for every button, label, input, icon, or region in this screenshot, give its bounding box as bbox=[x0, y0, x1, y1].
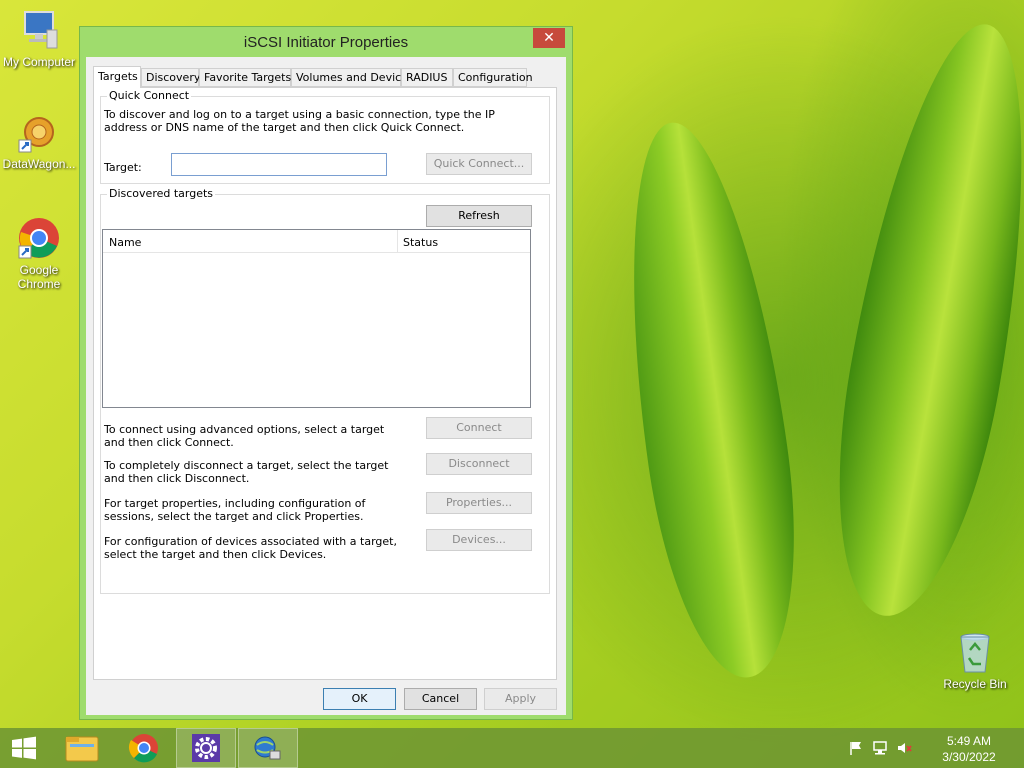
action-center-flag-icon[interactable] bbox=[848, 740, 864, 756]
list-header: Name Status bbox=[103, 230, 530, 253]
tab-radius[interactable]: RADIUS bbox=[401, 68, 453, 87]
apply-button[interactable]: Apply bbox=[484, 688, 557, 710]
quick-connect-description: To discover and log on to a target using… bbox=[104, 108, 495, 134]
quick-connect-group: Quick Connect To discover and log on to … bbox=[100, 89, 550, 184]
tab-favorite-targets[interactable]: Favorite Targets bbox=[199, 68, 291, 87]
target-input[interactable] bbox=[171, 153, 387, 176]
properties-button[interactable]: Properties... bbox=[426, 492, 532, 514]
volume-muted-icon[interactable] bbox=[896, 740, 912, 756]
cancel-button[interactable]: Cancel bbox=[404, 688, 477, 710]
dialog-client-area: Targets Discovery Favorite Targets Volum… bbox=[86, 57, 566, 715]
wallpaper-leaf bbox=[809, 11, 1024, 629]
desktop-icon-label: DataWagon... bbox=[2, 157, 76, 171]
column-header-name[interactable]: Name bbox=[103, 230, 397, 253]
clock-time: 5:49 AM bbox=[946, 734, 992, 748]
devices-description: For configuration of devices associated … bbox=[104, 535, 397, 561]
iscsi-initiator-properties-window: iSCSI Initiator Properties ✕ Targets Dis… bbox=[79, 26, 573, 720]
network-icon[interactable] bbox=[872, 740, 888, 756]
properties-description: For target properties, including configu… bbox=[104, 497, 366, 523]
discovered-targets-list[interactable]: Name Status bbox=[102, 229, 531, 408]
file-explorer-icon[interactable] bbox=[52, 728, 112, 768]
desktop-icon-my-computer[interactable]: My Computer bbox=[0, 8, 78, 69]
taskbar-clock[interactable]: 5:49 AM 3/30/2022 bbox=[934, 733, 1004, 765]
column-header-status[interactable]: Status bbox=[397, 230, 531, 253]
datawagon-icon bbox=[17, 110, 61, 154]
discovered-targets-group: Discovered targets Refresh Name Status T… bbox=[100, 187, 550, 594]
iscsi-initiator-icon[interactable] bbox=[238, 728, 298, 768]
desktop-icon-label: Google Chrome bbox=[17, 263, 61, 291]
desktop-icon-datawagon[interactable]: DataWagon... bbox=[0, 110, 78, 171]
recycle-bin-icon bbox=[953, 630, 997, 674]
quick-connect-group-label: Quick Connect bbox=[107, 89, 192, 102]
title-bar[interactable]: iSCSI Initiator Properties ✕ bbox=[80, 27, 572, 57]
connect-button[interactable]: Connect bbox=[426, 417, 532, 439]
target-label: Target: bbox=[104, 161, 142, 174]
tab-configuration[interactable]: Configuration bbox=[453, 68, 533, 87]
disconnect-button[interactable]: Disconnect bbox=[426, 453, 532, 475]
settings-gear-icon[interactable] bbox=[176, 728, 236, 768]
window-title: iSCSI Initiator Properties bbox=[243, 34, 409, 51]
disconnect-description: To completely disconnect a target, selec… bbox=[104, 459, 389, 485]
tab-volumes-and-devices[interactable]: Volumes and Devices bbox=[291, 68, 414, 87]
close-button[interactable]: ✕ bbox=[533, 28, 565, 48]
system-tray: 5:49 AM 3/30/2022 bbox=[844, 728, 1024, 768]
desktop-icon-label: My Computer bbox=[2, 55, 76, 69]
connect-description: To connect using advanced options, selec… bbox=[104, 423, 385, 449]
wallpaper-leaf bbox=[601, 112, 819, 688]
refresh-button[interactable]: Refresh bbox=[426, 205, 532, 227]
desktop-icon-label: Recycle Bin bbox=[943, 677, 1007, 691]
targets-tab-panel: Quick Connect To discover and log on to … bbox=[93, 87, 557, 680]
chrome-icon bbox=[17, 216, 61, 260]
discovered-targets-group-label: Discovered targets bbox=[107, 187, 216, 200]
windows-start-icon[interactable] bbox=[0, 728, 48, 768]
devices-button[interactable]: Devices... bbox=[426, 529, 532, 551]
quick-connect-button[interactable]: Quick Connect... bbox=[426, 153, 532, 175]
desktop-icon-recycle-bin[interactable]: Recycle Bin bbox=[936, 630, 1014, 691]
ok-button[interactable]: OK bbox=[323, 688, 396, 710]
tab-targets[interactable]: Targets bbox=[93, 66, 141, 88]
taskbar: 5:49 AM 3/30/2022 bbox=[0, 728, 1024, 768]
tab-discovery[interactable]: Discovery bbox=[141, 68, 200, 87]
clock-date: 3/30/2022 bbox=[942, 750, 996, 764]
chrome-icon[interactable] bbox=[114, 728, 174, 768]
computer-icon bbox=[17, 8, 61, 52]
desktop-icon-google-chrome[interactable]: Google Chrome bbox=[0, 216, 78, 291]
